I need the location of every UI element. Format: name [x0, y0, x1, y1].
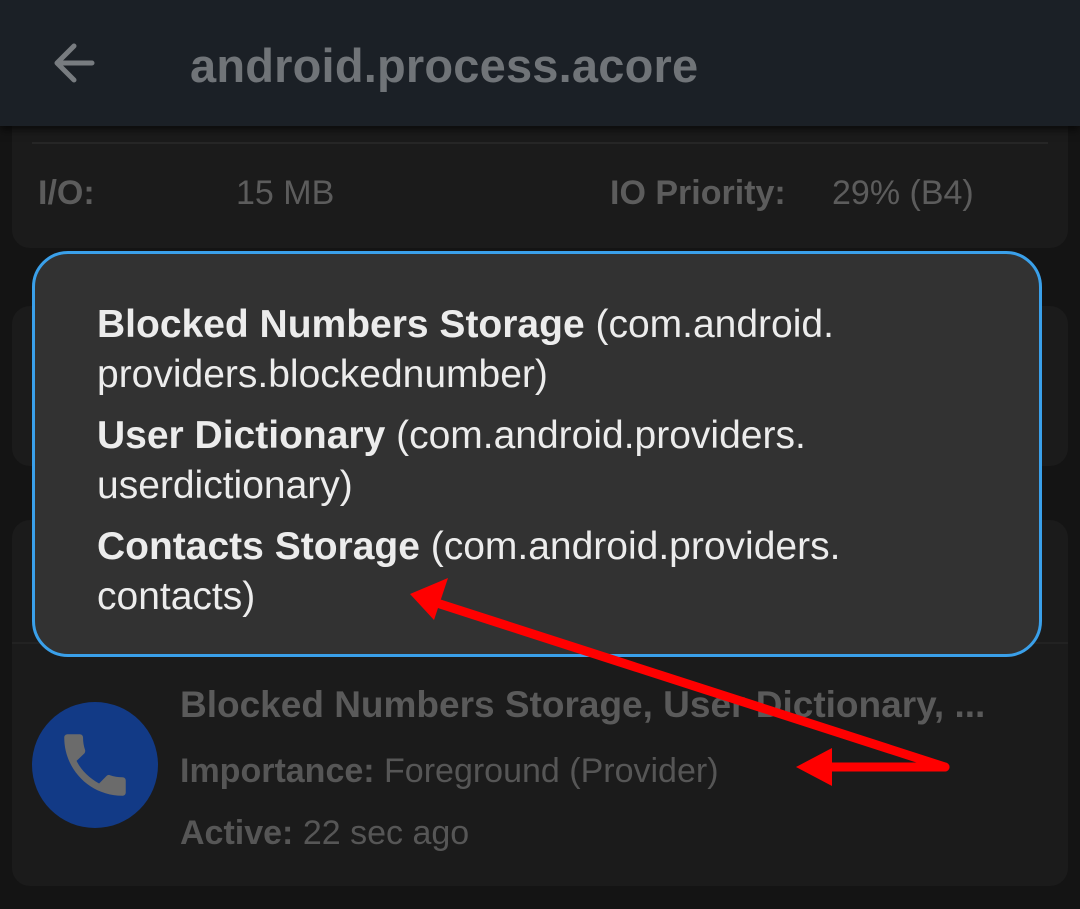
io-priority-value: 29% (B4) — [832, 174, 974, 212]
phone-icon — [64, 734, 126, 796]
active-row: Active: 22 sec ago — [180, 814, 469, 853]
process-name[interactable]: Blocked Numbers Storage, User Dictionary… — [180, 684, 985, 726]
active-label: Active: — [180, 814, 294, 852]
io-label: I/O: — [38, 174, 95, 212]
app-screen: I/O: 15 MB IO Priority: 29% (B4) Blocked… — [0, 0, 1080, 909]
active-value: 22 sec ago — [293, 814, 470, 852]
entry-package-cont: contacts) — [97, 575, 256, 618]
page-title: android.process.acore — [190, 39, 699, 92]
app-bar: android.process.acore — [0, 0, 1080, 126]
importance-label: Importance: — [180, 752, 375, 790]
entry-name: User Dictionary — [97, 414, 386, 457]
tooltip-entry: User Dictionary (com.android.providers. u… — [97, 411, 957, 511]
importance-value: Foreground (Provider) — [374, 752, 719, 790]
entry-name: Contacts Storage — [97, 525, 420, 568]
io-card: I/O: 15 MB IO Priority: 29% (B4) — [12, 126, 1068, 248]
process-avatar — [32, 702, 158, 828]
arrow-back-icon — [54, 43, 95, 83]
tooltip-entry: Contacts Storage (com.android.providers.… — [97, 522, 957, 622]
entry-package: (com.android.providers. — [385, 414, 806, 457]
entry-package-cont: userdictionary) — [97, 464, 353, 507]
package-tooltip: Blocked Numbers Storage (com.android. pro… — [32, 251, 1042, 657]
entry-package-cont: providers.blockednumber) — [97, 353, 548, 396]
io-value: 15 MB — [236, 174, 335, 212]
entry-package: (com.android. — [584, 303, 834, 346]
importance-row: Importance: Foreground (Provider) — [180, 752, 719, 791]
back-button[interactable] — [40, 28, 110, 98]
entry-name: Blocked Numbers Storage — [97, 303, 585, 346]
entry-package: (com.android.providers. — [419, 525, 841, 568]
io-priority-label: IO Priority: — [610, 174, 786, 212]
divider — [32, 142, 1048, 144]
tooltip-entry: Blocked Numbers Storage (com.android. pro… — [97, 300, 957, 400]
